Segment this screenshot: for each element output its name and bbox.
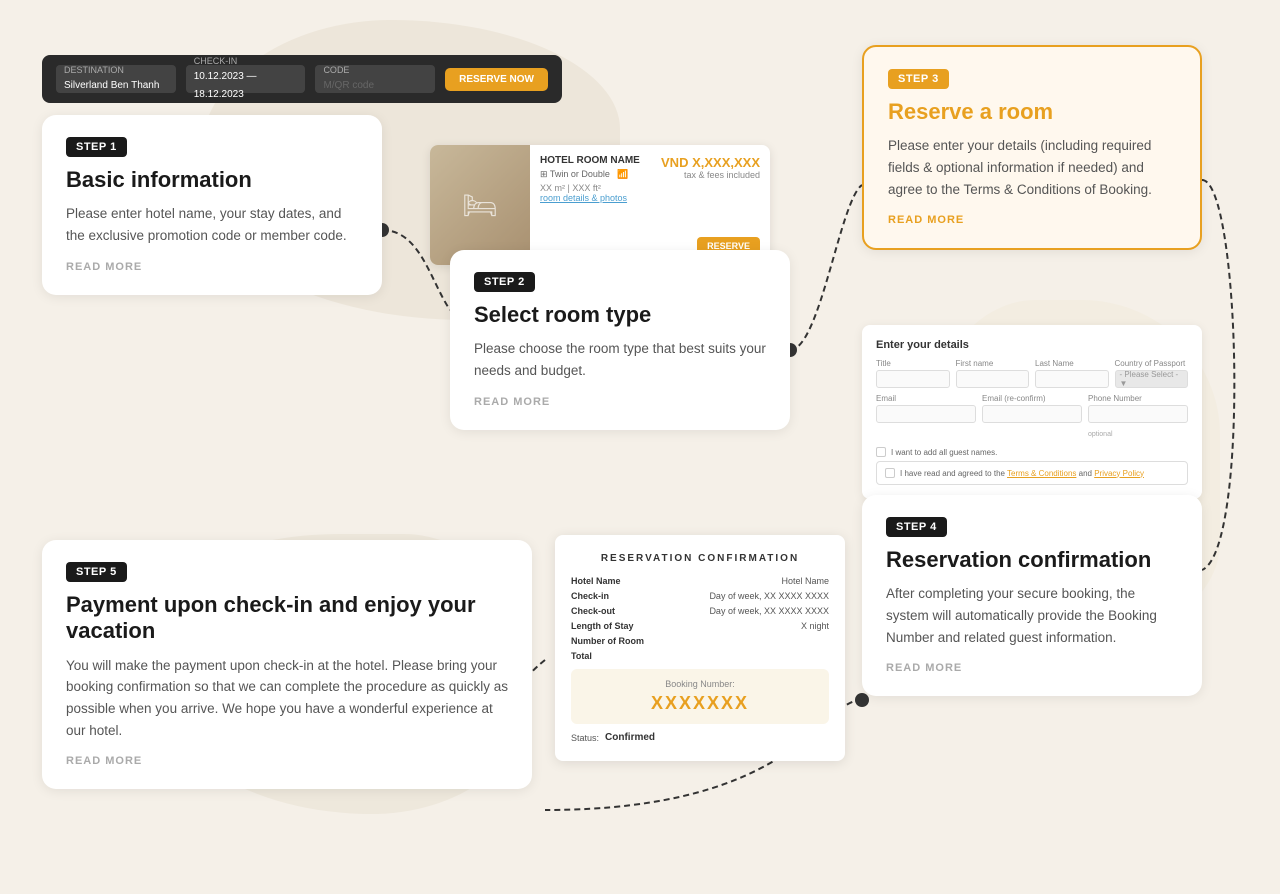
confirm-title: RESERVATION CONFIRMATION	[571, 553, 829, 564]
checkin-field: CHECK-IN 10.12.2023 — 18.12.2023	[186, 65, 306, 93]
step5-card: STEP 5 Payment upon check-in and enjoy y…	[42, 540, 532, 789]
checkin-row: Check-in Day of week, XX XXXX XXXX	[571, 591, 829, 601]
total-row: Total	[571, 651, 829, 661]
room-preview-card: 🛏 HOTEL ROOM NAME ⊞ Twin or Double 📶 XX …	[430, 145, 770, 265]
add-guests-label: I want to add all guest names.	[891, 448, 997, 457]
step4-card: STEP 4 Reservation confirmation After co…	[862, 495, 1202, 696]
status-row: Status: Confirmed	[571, 732, 829, 743]
room-image: 🛏	[430, 145, 530, 265]
agree-row: I have read and agreed to the Terms & Co…	[876, 461, 1188, 485]
step3-title: Reserve a room	[888, 99, 1176, 125]
step2-body: Please choose the room type that best su…	[474, 338, 766, 381]
step5-badge: STEP 5	[66, 562, 127, 582]
checkout-key: Check-out	[571, 606, 615, 616]
add-guests-checkbox[interactable]	[876, 447, 886, 457]
room-price: VND X,XXX,XXX tax & fees included	[661, 155, 760, 180]
step3-read-more[interactable]: READ MORE	[888, 214, 1176, 226]
checkin-key: Check-in	[571, 591, 609, 601]
step4-body: After completing your secure booking, th…	[886, 583, 1178, 648]
total-key: Total	[571, 651, 592, 661]
privacy-link[interactable]: Privacy Policy	[1094, 469, 1144, 478]
room-size: XX m² | XXX ft²	[540, 183, 760, 193]
step3-body: Please enter your details (including req…	[888, 135, 1176, 200]
details-preview: Enter your details Title First name Last…	[862, 325, 1202, 499]
step2-title: Select room type	[474, 302, 766, 328]
email-confirm-field: Email (re-confirm)	[982, 394, 1082, 441]
step3-card: STEP 3 Reserve a room Please enter your …	[862, 45, 1202, 250]
terms-link[interactable]: Terms & Conditions	[1007, 469, 1076, 478]
length-val: X night	[801, 621, 829, 631]
step5-body: You will make the payment upon check-in …	[66, 655, 508, 741]
bed-icon: 🛏	[462, 189, 498, 222]
checkin-val: Day of week, XX XXXX XXXX	[709, 591, 829, 601]
details-title: Enter your details	[876, 339, 1188, 351]
lastname-field: Last Name	[1035, 359, 1109, 388]
checkout-val: Day of week, XX XXXX XXXX	[709, 606, 829, 616]
add-guests-row: I want to add all guest names.	[876, 447, 1188, 457]
step1-title: Basic information	[66, 167, 358, 193]
step3-badge: STEP 3	[888, 69, 949, 89]
step4-badge: STEP 4	[886, 517, 947, 537]
destination-value: Silverland Ben Thanh	[64, 80, 159, 91]
step2-badge: STEP 2	[474, 272, 535, 292]
room-price-sublabel: tax & fees included	[661, 170, 760, 180]
passport-field: Country of Passport - Please Select - ▼	[1115, 359, 1189, 388]
step2-read-more[interactable]: READ MORE	[474, 396, 766, 408]
step5-read-more[interactable]: READ MORE	[66, 755, 508, 767]
destination-label: DESTINATION	[64, 65, 159, 75]
checkin-label: CHECK-IN	[194, 56, 298, 66]
confirmation-preview: RESERVATION CONFIRMATION Hotel Name Hote…	[555, 535, 845, 761]
checkin-value: 10.12.2023 — 18.12.2023	[194, 71, 257, 100]
code-label: CODE	[323, 65, 374, 75]
phone-field: Phone Number optional	[1088, 394, 1188, 441]
hotel-name-key: Hotel Name	[571, 576, 621, 586]
booking-label: Booking Number:	[581, 679, 819, 689]
length-row: Length of Stay X night	[571, 621, 829, 631]
step4-read-more[interactable]: READ MORE	[886, 662, 1178, 674]
step2-card: STEP 2 Select room type Please choose th…	[450, 250, 790, 430]
page-container: DESTINATION Silverland Ben Thanh CHECK-I…	[0, 0, 1280, 894]
status-label: Status:	[571, 733, 599, 743]
destination-field: DESTINATION Silverland Ben Thanh	[56, 65, 176, 93]
code-placeholder: M/QR code	[323, 80, 374, 91]
booking-number-box: Booking Number: XXXXXXX	[571, 669, 829, 724]
details-row-1: Title First name Last Name Country of Pa…	[876, 359, 1188, 388]
checkout-row: Check-out Day of week, XX XXXX XXXX	[571, 606, 829, 616]
email-field: Email	[876, 394, 976, 441]
length-key: Length of Stay	[571, 621, 634, 631]
agree-label: I have read and agreed to the Terms & Co…	[900, 469, 1144, 478]
hotel-name-row: Hotel Name Hotel Name	[571, 576, 829, 586]
reserve-now-button[interactable]: RESERVE NOW	[445, 68, 548, 91]
rooms-row: Number of Room	[571, 636, 829, 646]
details-row-2: Email Email (re-confirm) Phone Number op…	[876, 394, 1188, 441]
step1-body: Please enter hotel name, your stay dates…	[66, 203, 358, 246]
step4-title: Reservation confirmation	[886, 547, 1178, 573]
step5-title: Payment upon check-in and enjoy your vac…	[66, 592, 508, 645]
room-price-value: VND X,XXX,XXX	[661, 155, 760, 170]
rooms-key: Number of Room	[571, 636, 644, 646]
step1-card: STEP 1 Basic information Please enter ho…	[42, 115, 382, 295]
booking-number: XXXXXXX	[581, 693, 819, 714]
agree-checkbox[interactable]	[885, 468, 895, 478]
code-field: CODE M/QR code	[315, 65, 435, 93]
step1-badge: STEP 1	[66, 137, 127, 157]
preview-bar: DESTINATION Silverland Ben Thanh CHECK-I…	[42, 55, 562, 103]
firstname-field: First name	[956, 359, 1030, 388]
room-details-link[interactable]: room details & photos	[540, 193, 760, 203]
status-value: Confirmed	[605, 732, 655, 743]
step1-read-more[interactable]: READ MORE	[66, 261, 358, 273]
title-field: Title	[876, 359, 950, 388]
hotel-name-val: Hotel Name	[781, 576, 829, 586]
